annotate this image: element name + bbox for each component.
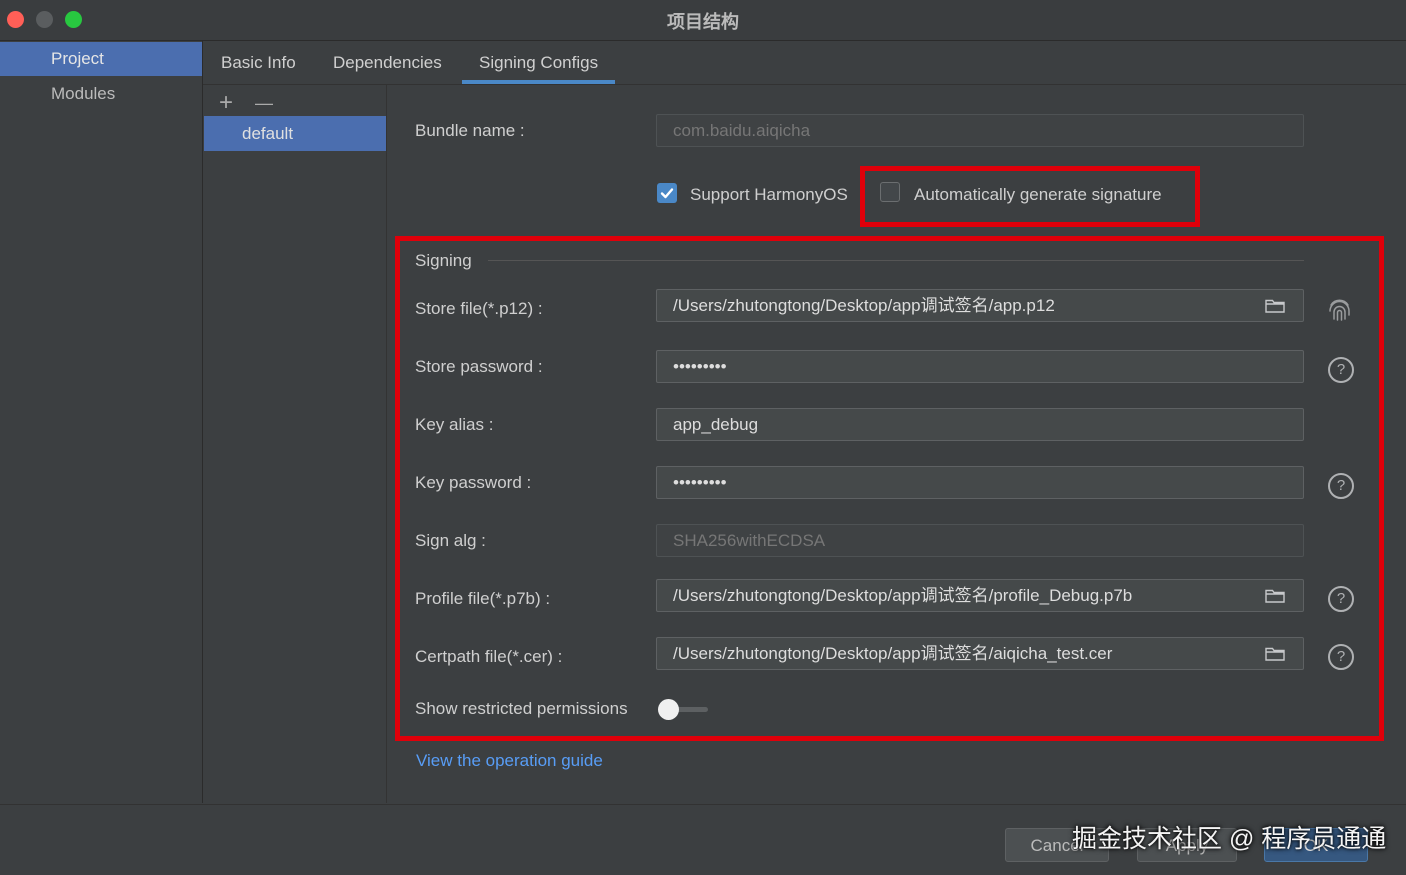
store-password-label: Store password :: [415, 357, 543, 376]
store-file-value: /Users/zhutongtong/Desktop/app调试签名/app.p…: [673, 296, 1055, 315]
nav-item-project[interactable]: Project: [0, 42, 202, 76]
remove-config-button[interactable]: —: [255, 89, 273, 117]
title-bar: 项目结构: [0, 0, 1406, 41]
certpath-file-label: Certpath file(*.cer) :: [415, 647, 563, 666]
signing-separator: [488, 260, 1304, 261]
auto-generate-signature-label: Automatically generate signature: [914, 185, 1162, 204]
key-alias-label: Key alias :: [415, 415, 494, 434]
tab-dependencies[interactable]: Dependencies: [333, 41, 442, 84]
profile-file-field[interactable]: /Users/zhutongtong/Desktop/app调试签名/profi…: [656, 579, 1304, 612]
cancel-button[interactable]: Cancel: [1005, 828, 1109, 862]
checkmark-icon: [660, 188, 674, 199]
signing-config-list: + — default: [203, 85, 387, 803]
fingerprint-icon[interactable]: [1327, 296, 1352, 322]
tab-basic-info[interactable]: Basic Info: [221, 41, 296, 84]
operation-guide-link[interactable]: View the operation guide: [416, 751, 603, 771]
restricted-permissions-toggle[interactable]: [658, 699, 679, 720]
signing-section-title: Signing: [415, 251, 472, 270]
auto-generate-signature-checkbox[interactable]: [880, 182, 900, 202]
folder-icon[interactable]: [1265, 588, 1285, 603]
key-password-field[interactable]: •••••••••: [656, 466, 1304, 499]
bundle-name-label: Bundle name :: [415, 121, 525, 140]
tab-bar: Basic Info Dependencies Signing Configs: [203, 41, 1406, 85]
left-nav: Project Modules: [0, 41, 203, 803]
ok-button[interactable]: OK: [1264, 828, 1368, 862]
nav-item-modules[interactable]: Modules: [0, 77, 202, 111]
key-password-help-icon[interactable]: ?: [1328, 473, 1354, 499]
store-password-field[interactable]: •••••••••: [656, 350, 1304, 383]
support-harmonyos-checkbox[interactable]: [657, 183, 677, 203]
folder-icon[interactable]: [1265, 298, 1285, 313]
key-alias-field[interactable]: app_debug: [656, 408, 1304, 441]
profile-file-label: Profile file(*.p7b) :: [415, 589, 551, 608]
tab-signing-configs[interactable]: Signing Configs: [461, 41, 616, 84]
apply-button[interactable]: Apply: [1137, 828, 1237, 862]
config-item-default[interactable]: default: [204, 116, 386, 151]
add-config-button[interactable]: +: [219, 89, 233, 117]
key-password-label: Key password :: [415, 473, 532, 492]
certpath-file-help-icon[interactable]: ?: [1328, 644, 1354, 670]
bundle-name-field: com.baidu.aiqicha: [656, 114, 1304, 147]
support-harmonyos-label: Support HarmonyOS: [690, 185, 848, 204]
profile-file-value: /Users/zhutongtong/Desktop/app调试签名/profi…: [673, 586, 1133, 605]
store-file-field[interactable]: /Users/zhutongtong/Desktop/app调试签名/app.p…: [656, 289, 1304, 322]
certpath-file-field[interactable]: /Users/zhutongtong/Desktop/app调试签名/aiqic…: [656, 637, 1304, 670]
store-file-label: Store file(*.p12) :: [415, 299, 543, 318]
window-title: 项目结构: [667, 12, 739, 32]
sign-alg-label: Sign alg :: [415, 531, 486, 550]
certpath-file-value: /Users/zhutongtong/Desktop/app调试签名/aiqic…: [673, 644, 1113, 663]
sign-alg-field: SHA256withECDSA: [656, 524, 1304, 557]
restricted-permissions-label: Show restricted permissions: [415, 699, 628, 718]
store-password-help-icon[interactable]: ?: [1328, 357, 1354, 383]
folder-icon[interactable]: [1265, 646, 1285, 661]
profile-file-help-icon[interactable]: ?: [1328, 586, 1354, 612]
